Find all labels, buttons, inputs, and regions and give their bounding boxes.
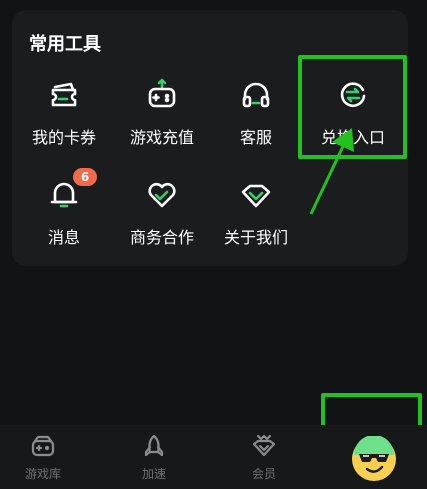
headset-icon (239, 78, 273, 112)
tool-game-recharge[interactable]: 游戏充值 (112, 76, 212, 152)
shield-chevron-icon (239, 178, 273, 212)
tool-label: 客服 (239, 128, 272, 147)
tool-label: 关于我们 (223, 228, 288, 247)
tool-business-cooperation[interactable]: 商务合作 (112, 176, 212, 252)
tool-label: 游戏充值 (129, 128, 194, 147)
gamepad-recharge-icon (145, 78, 179, 112)
bell-icon: 6 (47, 168, 97, 212)
exchange-highlight-box (298, 55, 407, 159)
tool-about-us[interactable]: 关于我们 (206, 176, 306, 252)
nav-membership[interactable]: 会员 (224, 425, 304, 489)
unread-badge: 6 (73, 168, 97, 186)
game-library-icon (31, 435, 55, 457)
nav-game-library[interactable]: 游戏库 (3, 425, 83, 489)
coupon-icon (47, 78, 81, 112)
tool-label: 消息 (47, 228, 80, 247)
profile-screen: 常用工具 我的卡券 游戏充值 客服 兑换入口 6 消息 商务合作 关于我们 游戏… (0, 0, 427, 489)
tool-customer-service[interactable]: 客服 (206, 76, 306, 152)
nav-accelerate[interactable]: 加速 (114, 425, 194, 489)
section-title: 常用工具 (29, 34, 101, 55)
rocket-icon (144, 434, 164, 457)
vip-diamond-icon (252, 434, 276, 457)
nav-label: 加速 (141, 467, 166, 481)
heart-handshake-icon (145, 178, 179, 212)
tool-label: 商务合作 (129, 228, 194, 247)
tool-my-coupons[interactable]: 我的卡券 (14, 76, 114, 152)
avatar[interactable] (351, 435, 397, 482)
tool-messages[interactable]: 6 消息 (14, 168, 114, 252)
tool-label: 我的卡券 (31, 128, 96, 147)
nav-label: 会员 (251, 467, 276, 481)
nav-label: 游戏库 (24, 467, 61, 481)
